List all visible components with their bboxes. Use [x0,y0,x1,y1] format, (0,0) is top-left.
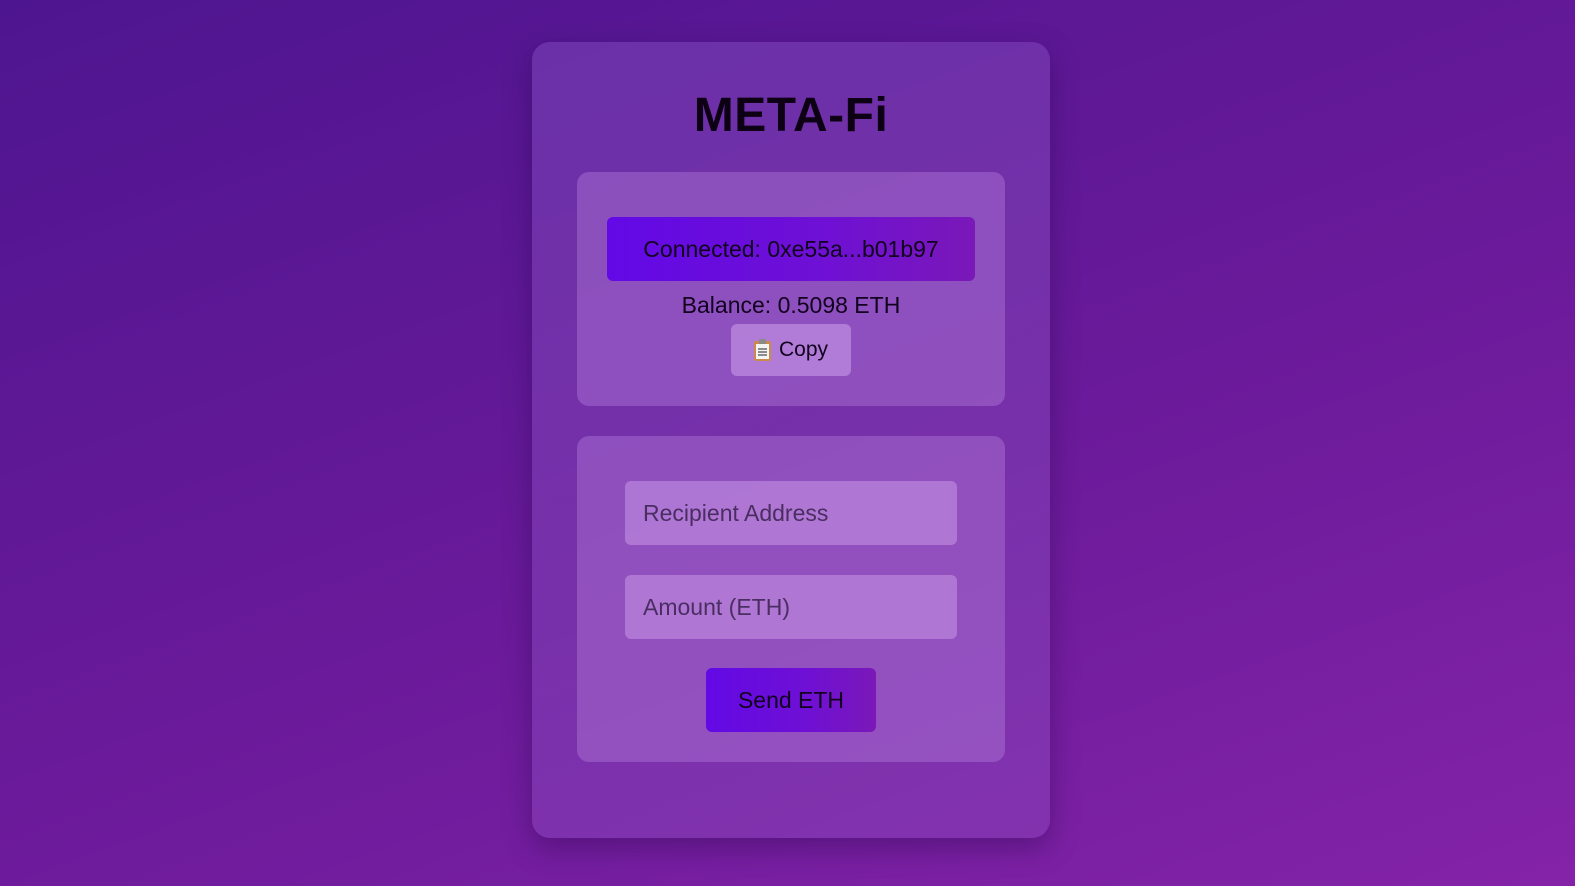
app-title: META-Fi [693,89,889,142]
wallet-card: META-Fi Connected: 0xe55a...b01b97 Balan… [532,42,1050,838]
amount-input[interactable] [625,575,957,639]
recipient-address-input[interactable] [625,481,957,545]
copy-button-label: Copy [778,338,829,361]
send-panel: Send ETH [577,436,1005,762]
clipboard-icon [753,339,771,361]
connected-wallet-button[interactable]: Connected: 0xe55a...b01b97 [607,217,975,281]
wallet-info-panel: Connected: 0xe55a...b01b97 Balance: 0.50… [577,172,1005,406]
send-eth-button[interactable]: Send ETH [706,668,876,732]
balance-text: Balance: 0.5098 ETH [681,292,901,318]
copy-address-button[interactable]: Copy [731,324,851,376]
